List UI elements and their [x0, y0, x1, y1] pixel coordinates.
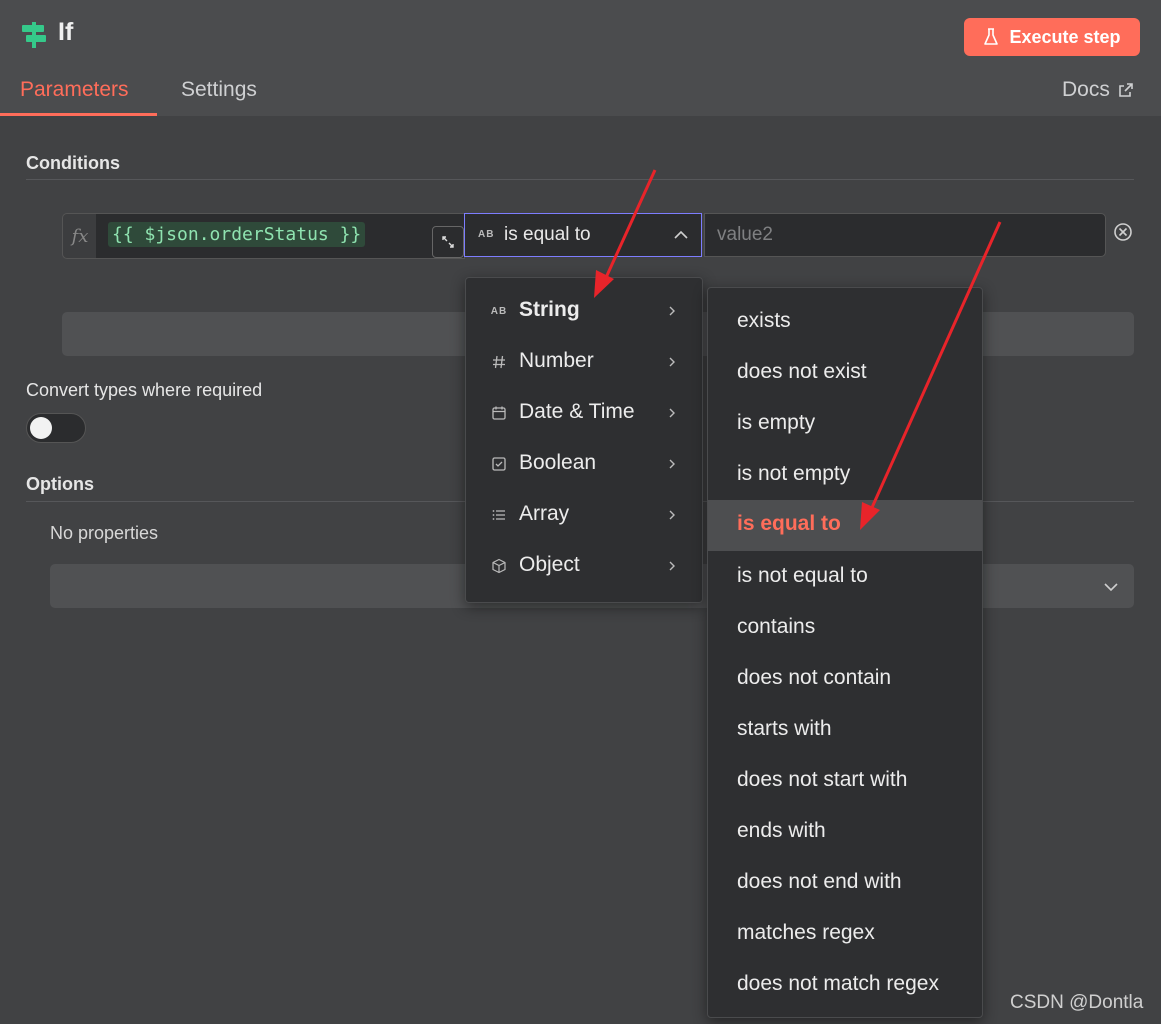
chevron-right-icon: [669, 408, 675, 418]
tab-settings[interactable]: Settings: [181, 78, 257, 102]
type-item-label: Date & Time: [519, 400, 635, 423]
convert-types-toggle[interactable]: [26, 413, 86, 443]
operator-item-does-not-start-with[interactable]: does not start with: [708, 756, 982, 807]
remove-condition-icon[interactable]: [1113, 222, 1133, 242]
calendar-icon: [490, 404, 508, 422]
right-value-placeholder[interactable]: value2: [717, 224, 773, 246]
operator-selected-value[interactable]: is equal to: [504, 224, 591, 246]
operator-type-badge: AB: [478, 229, 495, 240]
if-node-icon: [22, 22, 46, 48]
flask-icon: [984, 28, 999, 45]
data-type-menu: AB String Number Date & Time Boolean Arr…: [465, 277, 703, 603]
fx-icon[interactable]: fx: [62, 213, 97, 259]
operator-item-label: contains: [737, 615, 816, 638]
operator-item-is-empty[interactable]: is empty: [708, 399, 982, 450]
operator-item-label: starts with: [737, 717, 832, 740]
operator-item-does-not-contain[interactable]: does not contain: [708, 654, 982, 705]
type-item-label: String: [519, 298, 580, 321]
cube-icon: [490, 557, 508, 575]
tab-parameters[interactable]: Parameters: [20, 78, 129, 102]
chevron-down-icon[interactable]: [1102, 578, 1120, 596]
operator-item-exists[interactable]: exists: [708, 297, 982, 348]
operator-item-label: matches regex: [737, 921, 875, 944]
operator-item-label: does not start with: [737, 768, 908, 791]
operator-item-label: does not match regex: [737, 972, 939, 995]
operator-item-is-equal-to[interactable]: is equal to: [708, 500, 982, 551]
operator-item-label: is equal to: [737, 512, 841, 535]
options-heading: Options: [26, 474, 94, 494]
chevron-right-icon: [669, 561, 675, 571]
chevron-up-icon[interactable]: [672, 226, 690, 244]
operator-item-is-not-equal-to[interactable]: is not equal to: [708, 552, 982, 603]
map-swap-icon: [442, 236, 454, 248]
chevron-right-icon: [669, 306, 675, 316]
conditions-divider: [26, 179, 1134, 180]
drag-map-button[interactable]: [432, 226, 464, 258]
type-item-string[interactable]: AB String: [466, 287, 702, 338]
external-link-icon: [1119, 83, 1133, 97]
chevron-right-icon: [669, 510, 675, 520]
checkbox-icon: [490, 455, 508, 473]
string-operator-menu: exists does not exist is empty is not em…: [707, 287, 983, 1018]
chevron-right-icon: [669, 357, 675, 367]
toggle-knob: [30, 417, 52, 439]
execute-step-label: Execute step: [1009, 26, 1121, 47]
operator-item-label: exists: [737, 309, 791, 332]
operator-item-label: is not equal to: [737, 564, 868, 587]
operator-item-does-not-match-regex[interactable]: does not match regex: [708, 960, 982, 1011]
string-ab-icon: AB: [490, 305, 508, 317]
type-item-object[interactable]: Object: [466, 542, 702, 593]
operator-item-ends-with[interactable]: ends with: [708, 807, 982, 858]
operator-item-label: does not exist: [737, 360, 867, 383]
operator-item-label: does not end with: [737, 870, 902, 893]
conditions-heading: Conditions: [26, 153, 120, 173]
chevron-right-icon: [669, 459, 675, 469]
docs-label: Docs: [1062, 78, 1110, 101]
node-title: If: [58, 18, 74, 46]
watermark-text: CSDN @Dontla: [1010, 992, 1144, 1013]
operator-item-is-not-empty[interactable]: is not empty: [708, 450, 982, 501]
operator-item-does-not-end-with[interactable]: does not end with: [708, 858, 982, 909]
type-item-label: Boolean: [519, 451, 597, 474]
docs-link[interactable]: Docs: [1062, 78, 1134, 102]
operator-item-label: is not empty: [737, 462, 851, 485]
operator-item-contains[interactable]: contains: [708, 603, 982, 654]
type-item-label: Number: [519, 349, 594, 372]
execute-step-button[interactable]: Execute step: [964, 18, 1140, 56]
operator-item-label: ends with: [737, 819, 826, 842]
operator-item-matches-regex[interactable]: matches regex: [708, 909, 982, 960]
operator-item-does-not-exist[interactable]: does not exist: [708, 348, 982, 399]
type-item-boolean[interactable]: Boolean: [466, 440, 702, 491]
type-item-label: Array: [519, 502, 570, 525]
hash-icon: [490, 353, 508, 371]
type-item-date-time[interactable]: Date & Time: [466, 389, 702, 440]
list-icon: [490, 506, 508, 524]
active-tab-indicator: [0, 113, 157, 116]
left-value-expression[interactable]: {{ $json.orderStatus }}: [108, 222, 366, 247]
type-item-array[interactable]: Array: [466, 491, 702, 542]
operator-item-label: does not contain: [737, 666, 892, 689]
operator-item-starts-with[interactable]: starts with: [708, 705, 982, 756]
no-properties-text: No properties: [50, 523, 159, 543]
convert-types-label: Convert types where required: [26, 380, 263, 400]
operator-item-label: is empty: [737, 411, 816, 434]
type-item-number[interactable]: Number: [466, 338, 702, 389]
type-item-label: Object: [519, 553, 580, 576]
